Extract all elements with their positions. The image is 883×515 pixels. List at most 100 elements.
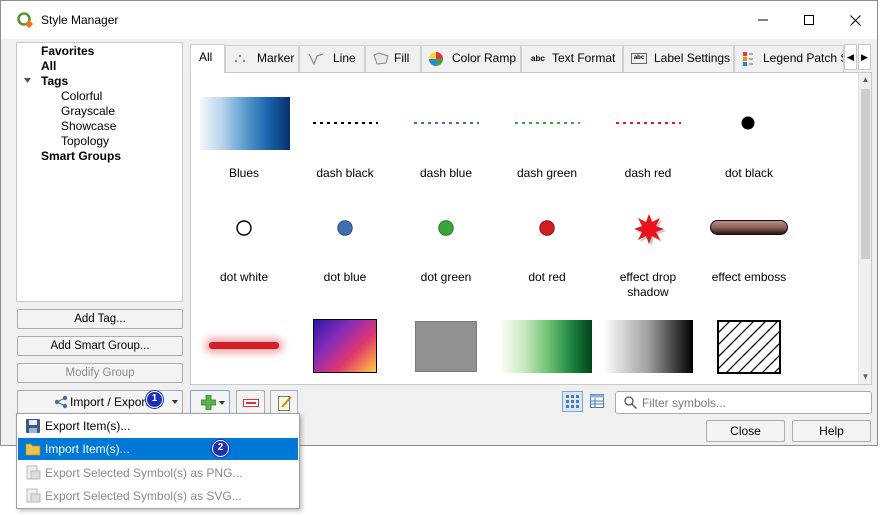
menu-item-label: Export Selected Symbol(s) as SVG...	[45, 489, 242, 503]
import-export-menu: Export Item(s)... Import Item(s)... Expo…	[16, 413, 300, 509]
maximize-icon	[804, 15, 814, 25]
plus-icon	[201, 395, 216, 410]
tab-text-format[interactable]: abc Text Format	[521, 45, 623, 72]
tab-legend-patch[interactable]: Legend Patch Sh	[734, 45, 844, 72]
qgis-logo-icon	[17, 12, 33, 28]
list-view-button[interactable]	[587, 391, 608, 412]
import-export-label: Import / Export	[70, 395, 149, 409]
symbol-preview-greys-ramp[interactable]	[603, 320, 693, 373]
tree-item-tag[interactable]: Colorful	[61, 89, 102, 104]
menu-item-export-svg[interactable]: Export Selected Symbol(s) as SVG...	[18, 485, 298, 507]
symbol-preview-dash-green[interactable]	[514, 121, 580, 125]
symbol-preview-greens-ramp[interactable]	[502, 320, 592, 373]
tree-item-tag[interactable]: Showcase	[61, 119, 116, 134]
image-export-icon	[26, 488, 41, 503]
symbol-type-tabs: All Marker Line Fill Color Ramp abc Text…	[190, 44, 858, 73]
tree-item-favorites[interactable]: Favorites	[41, 44, 94, 59]
scroll-thumb[interactable]	[861, 89, 870, 259]
add-smart-group-button[interactable]: Add Smart Group...	[17, 336, 183, 356]
tab-label: Color Ramp	[452, 51, 517, 65]
symbol-grid-scrollbar[interactable]: ▲ ▼	[858, 73, 871, 384]
tab-label-settings[interactable]: abc Label Settings	[623, 45, 734, 72]
tab-line[interactable]: Line	[299, 45, 365, 72]
symbol-preview-dot-black[interactable]	[741, 116, 755, 130]
tree-item-all[interactable]: All	[41, 59, 56, 74]
close-icon	[849, 14, 861, 26]
close-window-button[interactable]	[832, 1, 878, 39]
search-icon	[624, 396, 637, 409]
symbol-preview-gradient-fill[interactable]	[313, 319, 377, 373]
symbol-label: dot blue	[323, 270, 367, 284]
tree-item-tag[interactable]: Topology	[61, 134, 109, 149]
tab-scroll-left-button[interactable]: ◀	[844, 44, 857, 70]
menu-item-import-items[interactable]: Import Item(s)...	[18, 438, 298, 460]
edit-item-button[interactable]	[270, 390, 298, 415]
modify-group-button[interactable]: Modify Group	[17, 363, 183, 383]
icon-view-button[interactable]	[562, 391, 583, 412]
symbol-label: dot black	[724, 166, 774, 180]
chevron-down-icon	[172, 400, 178, 404]
symbol-preview-dash-red[interactable]	[615, 121, 681, 125]
tab-marker[interactable]: Marker	[225, 45, 299, 72]
symbol-preview-dot-green[interactable]	[437, 219, 455, 237]
group-tree: Favorites All Tags Colorful Grayscale Sh…	[16, 42, 183, 302]
tree-item-tag[interactable]: Grayscale	[61, 104, 115, 119]
symbol-label: dash green	[516, 166, 578, 180]
symbol-preview-effect-glow[interactable]	[209, 342, 279, 349]
window-title: Style Manager	[41, 13, 119, 27]
minimize-button[interactable]	[740, 1, 786, 39]
close-button[interactable]: Close	[706, 420, 785, 442]
tab-color-ramp[interactable]: Color Ramp	[421, 45, 521, 72]
tree-collapse-icon[interactable]	[24, 78, 31, 84]
symbol-grid: Blues dash black dash blue dash green da…	[190, 72, 872, 385]
symbol-label: dash red	[624, 166, 672, 180]
symbol-label: effect drop shadow	[619, 270, 677, 299]
scroll-up-arrow-icon[interactable]: ▲	[859, 73, 872, 87]
symbol-preview-dash-blue[interactable]	[413, 121, 479, 125]
symbol-preview-dot-white[interactable]	[235, 219, 253, 237]
symbol-preview-effect-emboss[interactable]	[710, 220, 788, 235]
remove-item-button[interactable]	[236, 390, 265, 415]
tab-all[interactable]: All	[190, 44, 225, 73]
symbol-label: dot green	[420, 270, 472, 284]
filter-symbols-box[interactable]	[615, 391, 872, 414]
line-icon	[308, 53, 324, 66]
symbol-preview-gray-fill[interactable]	[415, 321, 477, 372]
color-ramp-icon	[429, 52, 443, 66]
menu-item-export-png[interactable]: Export Selected Symbol(s) as PNG...	[18, 462, 298, 484]
symbol-label: dot red	[528, 270, 566, 284]
filter-symbols-input[interactable]	[642, 395, 862, 411]
add-item-button[interactable]	[190, 390, 230, 415]
symbol-label: Blues	[228, 166, 260, 180]
symbol-label: dash black	[316, 166, 374, 180]
legend-patch-icon	[743, 52, 753, 66]
share-icon	[54, 395, 68, 409]
tab-scroll-right-button[interactable]: ▶	[858, 44, 871, 70]
tab-label: Text Format	[552, 51, 616, 65]
tab-fill[interactable]: Fill	[365, 45, 421, 72]
title-bar: Style Manager	[1, 1, 877, 39]
symbol-preview-hatch-fill[interactable]	[717, 320, 781, 374]
tab-label: Fill	[394, 51, 410, 65]
tab-label: Legend Patch Sh	[763, 51, 843, 65]
symbol-preview-dot-blue[interactable]	[336, 219, 354, 237]
grid-view-icon	[566, 395, 579, 408]
symbol-label: effect emboss	[711, 270, 787, 284]
symbol-preview-effect-drop-shadow[interactable]	[632, 212, 666, 246]
scroll-down-arrow-icon[interactable]: ▼	[859, 370, 872, 384]
tree-item-smart-groups[interactable]: Smart Groups	[41, 149, 121, 164]
maximize-button[interactable]	[786, 1, 832, 39]
symbol-preview-dash-black[interactable]	[312, 121, 378, 125]
symbol-preview-blues[interactable]	[200, 97, 290, 150]
tree-item-tags[interactable]: Tags	[41, 74, 68, 89]
symbol-preview-dot-red[interactable]	[538, 219, 556, 237]
menu-item-export-items[interactable]: Export Item(s)...	[18, 415, 298, 437]
edit-icon	[278, 396, 292, 411]
help-button[interactable]: Help	[792, 420, 871, 442]
folder-icon	[25, 443, 41, 456]
step-badge-1: 1	[146, 391, 163, 408]
style-manager-window: Style Manager Favorites All Tags Colorfu…	[0, 0, 878, 446]
minus-icon	[243, 399, 259, 407]
save-icon	[26, 419, 40, 433]
add-tag-button[interactable]: Add Tag...	[17, 309, 183, 329]
